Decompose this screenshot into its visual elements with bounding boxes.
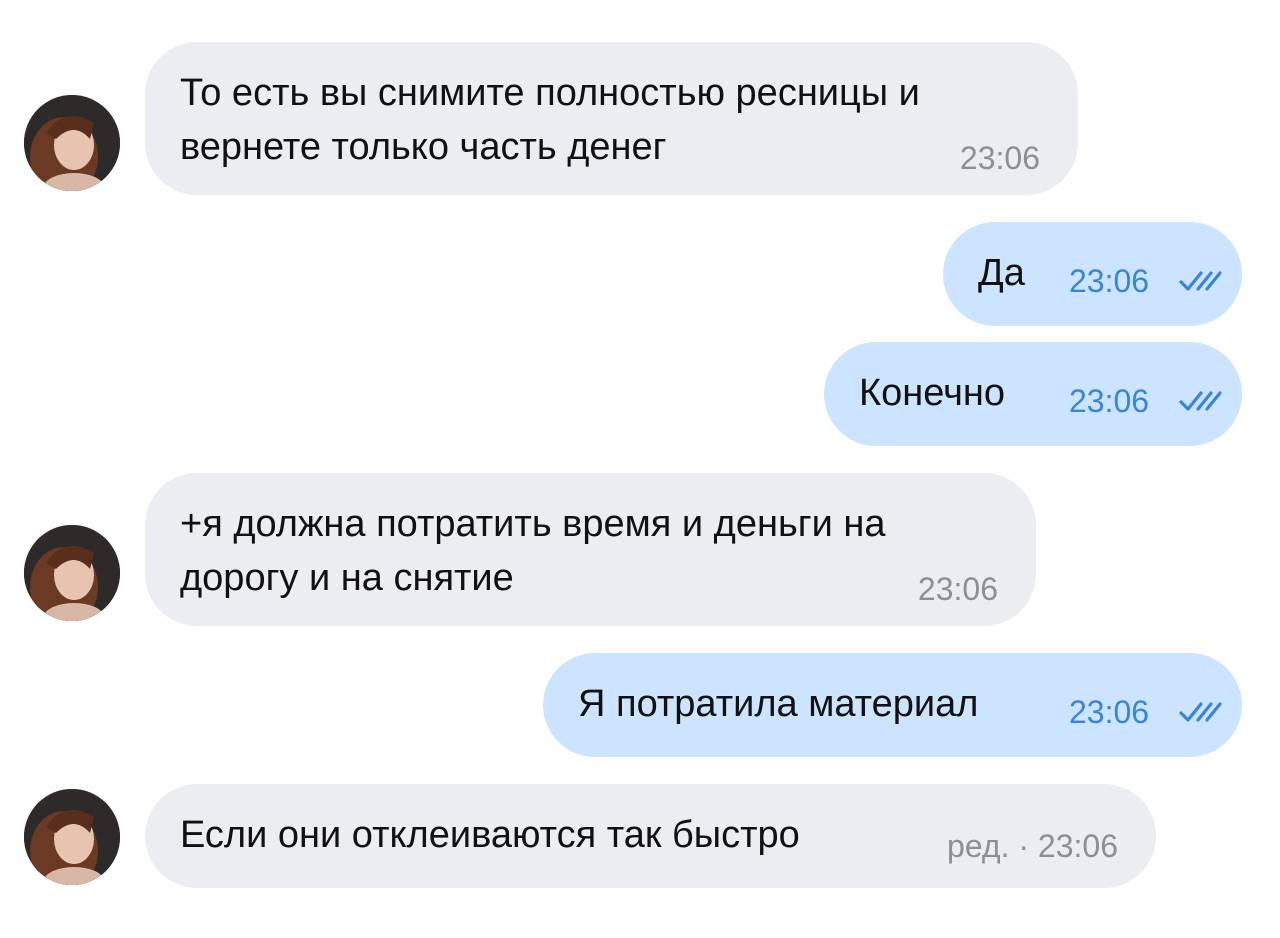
contact-avatar[interactable]: [24, 789, 120, 885]
message-text-line: Да: [978, 252, 1025, 294]
message-time: 23:06: [959, 140, 1040, 176]
message-text-line: вернете только часть денег: [180, 126, 667, 168]
message-time: 23:06: [1069, 694, 1150, 730]
message-bubble-incoming[interactable]: То есть вы снимите полностью ресницы и в…: [145, 42, 1078, 195]
message-bubble-outgoing[interactable]: Я потратила материал 23:06: [543, 653, 1242, 757]
message-text-line: Я потратила материал: [578, 683, 979, 725]
message-bubble-outgoing[interactable]: Да 23:06: [943, 222, 1242, 326]
double-check-icon: [1179, 271, 1222, 291]
avatar-photo: [24, 525, 120, 621]
message-bubble-incoming[interactable]: Если они отклеиваются так быстро ред. · …: [145, 784, 1156, 888]
contact-avatar[interactable]: [24, 525, 120, 621]
contact-avatar[interactable]: [24, 95, 120, 191]
double-check-icon: [1179, 391, 1222, 411]
avatar-photo: [24, 95, 120, 191]
message-text-line: Если они отклеиваются так быстро: [180, 814, 800, 856]
double-check-icon: [1179, 702, 1222, 722]
message-text-line: Конечно: [859, 372, 1006, 414]
message-edited-time: ред. · 23:06: [947, 828, 1118, 864]
message-bubble-incoming[interactable]: +я должна потратить время и деньги на до…: [145, 473, 1036, 626]
message-time: 23:06: [1069, 263, 1150, 299]
message-text-line: То есть вы снимите полностью ресницы и: [180, 72, 920, 114]
message-time: 23:06: [1069, 383, 1150, 419]
message-bubble-outgoing[interactable]: Конечно 23:06: [824, 342, 1242, 446]
message-time: 23:06: [917, 571, 998, 607]
message-text-line: +я должна потратить время и деньги на: [180, 503, 886, 545]
message-text-line: дорогу и на снятие: [180, 557, 514, 599]
avatar-photo: [24, 789, 120, 885]
chat-message-list: То есть вы снимите полностью ресницы и в…: [0, 0, 1280, 938]
